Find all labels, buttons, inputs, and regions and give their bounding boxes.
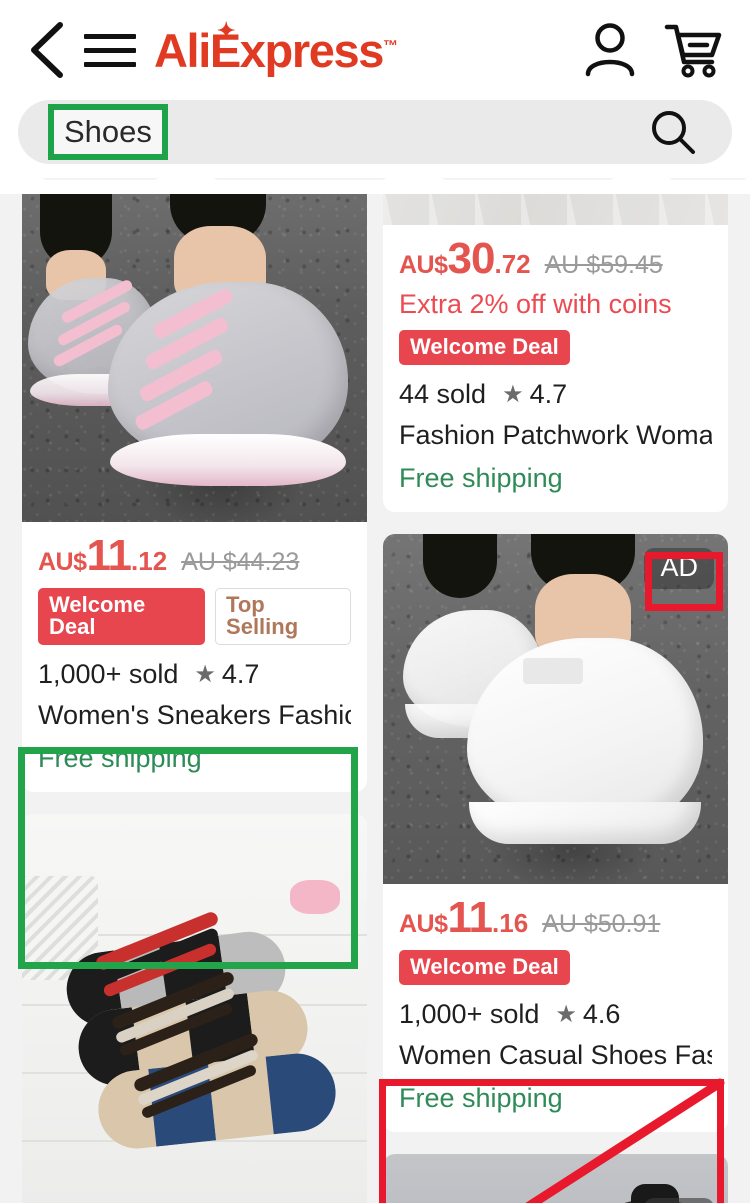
currency-label: AU xyxy=(399,910,435,938)
rating-value: 4.7 xyxy=(221,659,260,689)
product-card-ad[interactable]: AD AU $ 11 .16 AU $50.91 Welcome Deal 1,… xyxy=(383,534,728,1132)
logo-sparkle-icon: ✦ xyxy=(217,17,235,43)
product-column-left: AU $ 11 .12 AU $44.23 Welcome Deal Top S… xyxy=(22,178,367,1203)
product-image[interactable] xyxy=(22,814,367,1203)
product-title[interactable]: Fashion Patchwork Woma... xyxy=(399,420,712,451)
currency-symbol: $ xyxy=(434,251,448,279)
sold-and-rating-row: 1,000+ sold ★ 4.7 xyxy=(38,659,351,690)
currency-label: AU xyxy=(38,548,74,576)
search-icon xyxy=(652,111,695,154)
product-column-right: AU $ 30 .72 AU $59.45 Extra 2% off with … xyxy=(383,178,728,1203)
price-row: AU $ 11 .12 AU $44.23 xyxy=(38,534,351,578)
rating-value: 4.6 xyxy=(582,999,621,1029)
star-icon: ★ xyxy=(194,661,216,688)
search-submit-button[interactable] xyxy=(648,107,698,157)
search-input[interactable]: Shoes xyxy=(64,116,152,147)
currency-symbol: $ xyxy=(73,548,87,576)
star-icon: ★ xyxy=(502,381,524,408)
badge-row: Welcome Deal xyxy=(399,330,712,365)
back-button[interactable] xyxy=(16,18,80,82)
price-row: AU $ 11 .16 AU $50.91 xyxy=(399,896,712,940)
search-bar[interactable]: Shoes xyxy=(18,100,732,164)
welcome-deal-badge: Welcome Deal xyxy=(399,950,570,985)
coins-offer-text: Extra 2% off with coins xyxy=(399,289,672,319)
product-card[interactable]: AU $ 11 .12 AU $44.23 Welcome Deal Top S… xyxy=(22,178,367,792)
brand-trademark: ™ xyxy=(382,36,398,54)
price-decimal: .72 xyxy=(494,249,531,279)
original-price: AU $59.45 xyxy=(544,251,663,279)
product-card[interactable]: AU $ 30 .72 AU $59.45 Extra 2% off with … xyxy=(383,178,728,512)
badge-row: Welcome Deal xyxy=(399,950,712,985)
product-card-ad[interactable]: AD xyxy=(383,1154,728,1203)
shopping-cart-icon xyxy=(664,24,722,78)
sold-and-rating-row: 1,000+ sold ★ 4.6 xyxy=(399,999,712,1030)
header-toolbar: ✦ AliExpress™ xyxy=(0,12,750,88)
product-card[interactable] xyxy=(22,814,367,1203)
price-decimal: .12 xyxy=(131,546,168,576)
shipping-label: Free shipping xyxy=(38,743,202,773)
sold-count: 1,000+ sold xyxy=(399,999,540,1029)
price-integer: 11 xyxy=(447,893,494,942)
original-price: AU $44.23 xyxy=(181,548,300,576)
search-term-highlight: Shoes xyxy=(48,104,168,160)
star-icon: ★ xyxy=(555,1001,577,1028)
hamburger-line xyxy=(84,47,136,53)
app-header: ✦ AliExpress™ Shoes xyxy=(0,0,750,178)
price-decimal: .16 xyxy=(492,908,529,938)
product-title[interactable]: Women's Sneakers Fashio... xyxy=(38,700,351,731)
welcome-deal-badge: Welcome Deal xyxy=(399,330,570,365)
top-selling-badge: Top Selling xyxy=(215,588,351,645)
currency-label: AU xyxy=(399,251,435,279)
product-title[interactable]: Women Casual Shoes Fas... xyxy=(399,1040,712,1071)
product-image[interactable] xyxy=(22,178,367,522)
sold-count: 1,000+ sold xyxy=(38,659,179,689)
product-feed: AU $ 11 .12 AU $44.23 Welcome Deal Top S… xyxy=(0,178,750,1203)
sold-count: 44 sold xyxy=(399,379,487,409)
hamburger-menu-button[interactable] xyxy=(84,20,144,80)
ad-badge: AD xyxy=(644,1198,714,1203)
price-integer: 11 xyxy=(86,531,133,580)
welcome-deal-badge: Welcome Deal xyxy=(38,588,206,645)
product-image[interactable]: AD xyxy=(383,1154,728,1203)
shipping-label: Free shipping xyxy=(399,463,563,493)
original-price: AU $50.91 xyxy=(542,910,661,938)
header-actions xyxy=(584,22,724,78)
shipping-label: Free shipping xyxy=(399,1083,563,1113)
product-details: AU $ 11 .12 AU $44.23 Welcome Deal Top S… xyxy=(22,522,367,792)
rating-value: 4.7 xyxy=(529,379,568,409)
hamburger-line xyxy=(84,61,136,67)
aliexpress-search-results-screen: ✦ AliExpress™ Shoes AU $ 11 .12 AU $44.2… xyxy=(0,0,750,1203)
product-details: AU $ 11 .16 AU $50.91 Welcome Deal 1,000… xyxy=(383,884,728,1132)
price-integer: 30 xyxy=(447,234,496,283)
currency-symbol: $ xyxy=(434,910,448,938)
badge-row: Welcome Deal Top Selling xyxy=(38,588,351,645)
cart-button[interactable] xyxy=(664,22,724,78)
sold-and-rating-row: 44 sold ★ 4.7 xyxy=(399,379,712,410)
aliexpress-logo[interactable]: ✦ AliExpress™ xyxy=(154,19,398,77)
brand-text: AliExpress xyxy=(154,23,384,77)
chevron-left-icon xyxy=(31,22,63,78)
product-details: AU $ 30 .72 AU $59.45 Extra 2% off with … xyxy=(383,225,728,512)
account-button[interactable] xyxy=(584,22,636,78)
price-row: AU $ 30 .72 AU $59.45 xyxy=(399,237,712,281)
user-account-icon xyxy=(585,23,635,77)
ad-badge: AD xyxy=(644,548,714,589)
product-image[interactable]: AD xyxy=(383,534,728,884)
hamburger-line xyxy=(84,33,136,39)
